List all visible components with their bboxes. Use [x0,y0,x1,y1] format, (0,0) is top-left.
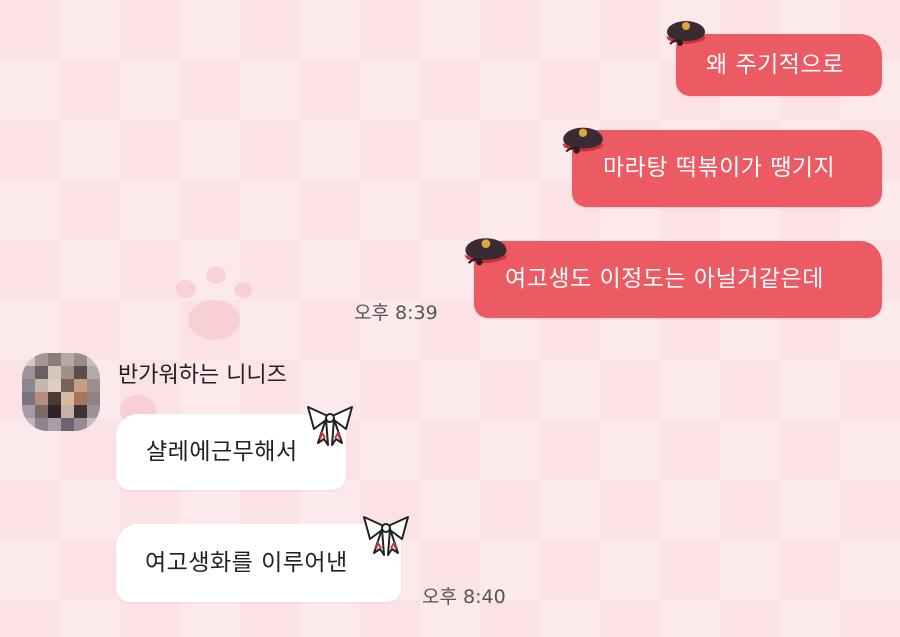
outgoing-message-bubble[interactable]: 여고생도 이정도는 아닐거같은데 [474,241,882,318]
pixelated-profile-avatar[interactable] [22,353,100,431]
message-timestamp: 오후 8:40 [422,586,506,608]
ribbon-bow-icon [307,406,353,446]
message-text: 샬레에근무해서 [146,438,298,465]
police-cap-character-icon [562,127,604,154]
sender-name: 반가워하는 니니즈 [118,363,287,388]
police-cap-character-icon [464,238,508,266]
outgoing-message-bubble[interactable]: 마라탕 떡볶이가 땡기지 [572,130,882,207]
paw-print-decoration [176,280,196,298]
paw-print-decoration [234,282,252,298]
message-text: 여고생화를 이루어낸 [145,549,348,576]
message-timestamp: 오후 8:39 [354,302,438,324]
chat-room: 왜 주기적으로 마라탕 떡볶이가 땡기지 여고생도 이정도는 아닐거같은데 오후… [0,0,900,637]
ribbon-bow-icon [363,516,409,556]
message-text: 여고생도 이정도는 아닐거같은데 [505,266,824,292]
paw-print-decoration [188,300,240,340]
police-cap-character-icon [666,21,706,46]
message-text: 왜 주기적으로 [706,51,844,78]
message-text: 마라탕 떡볶이가 땡기지 [603,155,836,181]
paw-print-decoration [206,266,226,284]
